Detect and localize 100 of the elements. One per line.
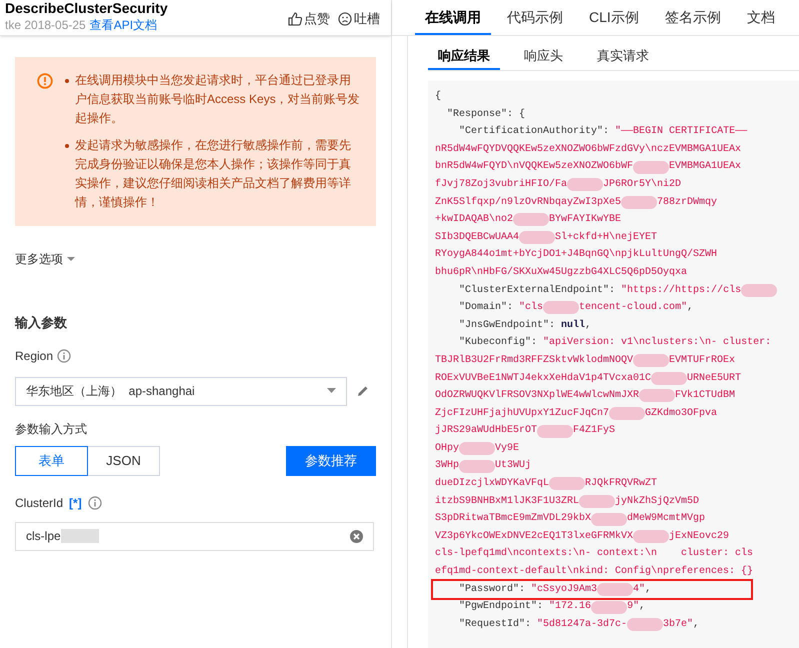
json-string: 9" xyxy=(627,600,640,614)
redaction-mark xyxy=(537,424,574,438)
json-string: +kwIDAQAB\no2 xyxy=(435,212,514,228)
json-string: VZ3p6YkcOWExDNVE2cEQ1T3lxeGFRMkVX xyxy=(435,530,634,544)
redaction-mark xyxy=(651,372,688,385)
json-string: jExNEovc29 xyxy=(669,530,730,544)
code-punctuation: , xyxy=(645,582,652,597)
required-mark: [*] xyxy=(69,494,82,512)
code-punctuation: : xyxy=(549,318,556,333)
json-string: EVMTUFrROEx xyxy=(669,354,736,368)
json-string: "cSsyoJ9Am3 xyxy=(531,582,598,597)
sub-tab[interactable]: 真实请求 xyxy=(587,44,659,70)
info-icon[interactable] xyxy=(57,348,72,362)
code-punctuation: : xyxy=(531,336,538,350)
api-meta: tke 2018-05-25 xyxy=(5,17,86,33)
pencil-icon[interactable] xyxy=(357,385,369,397)
like-button[interactable]: 点赞 xyxy=(288,9,330,28)
more-options-toggle[interactable]: 更多选项 xyxy=(15,250,75,268)
sad-face-icon xyxy=(338,12,352,26)
json-string: "172.16 xyxy=(549,600,592,614)
json-string: cls-lpefq1md\ncontexts:\n- context:\n cluster: cls xyxy=(435,546,754,562)
json-string: ZnK5Slfqxp/n9lzOvRNbqayZwI3pXe5 xyxy=(435,196,622,210)
tab[interactable]: 在线调用 xyxy=(415,1,491,35)
redaction-mark xyxy=(609,406,646,420)
tab[interactable]: 文档 xyxy=(736,1,785,35)
clear-icon[interactable] xyxy=(350,530,363,542)
redaction-mark xyxy=(597,582,634,596)
json-string: TBJRlB3U2FrRmd3RFFZSktvWklodmNOQV xyxy=(435,354,634,368)
field-label: 参数输入方式 xyxy=(15,420,88,438)
notice-text: 在线调用模块中当您发起请求时，平台通过已登录用户信息获取当前账号临时Access Keys，对当前账号发起操作。 xyxy=(75,72,361,127)
json-string: ZjcFIzUHFjajhUVUpxY1ZucFJqCn7 xyxy=(435,406,610,421)
redaction-mark xyxy=(543,301,580,314)
json-string: EVMBMGA1UEAx xyxy=(669,160,742,174)
redaction-mark xyxy=(633,530,670,544)
field-label: ClusterId xyxy=(15,494,64,512)
redaction-mark xyxy=(639,389,676,402)
thumbs-up-icon xyxy=(288,12,302,26)
json-string: Vy9E xyxy=(495,442,520,456)
redaction-mark xyxy=(621,196,658,209)
code-punctuation: , xyxy=(639,600,646,614)
info-icon[interactable] xyxy=(88,496,102,510)
json-string: tencent-cloud.com" xyxy=(579,300,688,316)
json-string: Ut3WUj xyxy=(495,458,532,474)
json-string: dueDIzcjlxWDYKaVFqL xyxy=(435,476,550,492)
tab[interactable]: 代码示例 xyxy=(497,1,573,35)
json-key: "Domain" xyxy=(435,299,508,317)
json-string: "——BEGIN CERTIFICATE—— xyxy=(615,124,748,140)
redaction-mark xyxy=(627,618,664,632)
json-string: BYwFAYIKwYBE xyxy=(549,213,622,228)
bullet-icon xyxy=(65,79,69,83)
json-string: "https://https://cls xyxy=(621,284,742,298)
json-string: OdOZRWUQKVlFRSOV3NXplWE4wWlcwNmJXR xyxy=(435,388,640,404)
json-string: itzbS9BNHBxM1lJK3F1U3ZRL xyxy=(435,494,580,509)
notice-text: 发起请求为敏感操作，在您进行敏感操作前，需要先完成身份验证以确保是您本人操作；该操作等同于真实操作，建议您仔细阅读相关产品文档了解费用等详情，谨慎操作！ xyxy=(75,137,352,211)
redaction-mark xyxy=(459,442,496,456)
mode-toggle[interactable]: JSON xyxy=(87,446,160,476)
code-punctuation: : xyxy=(525,618,532,632)
doc-link[interactable]: 查看API文档 xyxy=(90,17,158,33)
redaction-mark xyxy=(591,600,628,614)
cluster-id-field[interactable]: cls-lpe xyxy=(15,522,374,550)
mode-toggle[interactable]: 表单 xyxy=(15,446,88,476)
code-punctuation: , xyxy=(585,318,592,333)
json-string: jyNkZhSjQzVm5D xyxy=(615,494,700,509)
redaction-mark xyxy=(567,178,604,192)
json-string: SIb3DQEBCwUAA4 xyxy=(435,230,520,245)
sub-tab[interactable]: 响应头 xyxy=(514,44,573,70)
complain-button[interactable]: 吐槽 xyxy=(338,9,380,28)
tab[interactable]: CLI示例 xyxy=(579,1,649,35)
json-key: "ClusterExternalEndpoint" xyxy=(435,282,610,300)
redaction-mark xyxy=(459,460,496,473)
json-string: RYoygA844o1mt+bYcjDO1+J4BqnGQ\npjkLultUngQ/SZWH xyxy=(435,248,718,262)
json-string: URNeE5URT xyxy=(687,372,742,386)
sub-tab[interactable]: 响应结果 xyxy=(428,44,500,70)
json-string: nR5dW4wFQYDVQQKEw5zeXNOZWO6bWFzdGVy\nczEVMBMGA1UEAx xyxy=(435,142,742,157)
json-string: RJQkFRQVRwZT xyxy=(585,476,658,492)
json-string: S3pDRitwaTBmcE9mZmVDL29kbX xyxy=(435,512,592,526)
json-string: 4" xyxy=(633,582,646,597)
redaction-mark xyxy=(519,231,556,244)
code-punctuation: { xyxy=(435,90,442,104)
code-punctuation: : xyxy=(603,125,610,140)
redaction-mark xyxy=(633,160,670,174)
redaction-mark xyxy=(579,494,616,508)
redaction-mark xyxy=(591,512,628,526)
json-key: "Password" xyxy=(435,580,520,598)
field-value: cls-lpe xyxy=(26,528,61,545)
tab[interactable]: 签名示例 xyxy=(654,1,731,35)
json-key: "Kubeconfig" xyxy=(435,334,532,352)
json-string: Sl+ckfd+H\nejEYET xyxy=(555,230,658,245)
json-string: jJRS29aWUdHbE5rOT xyxy=(435,424,538,438)
redaction-mark xyxy=(741,284,778,297)
json-string: OHpy xyxy=(435,442,460,456)
recommend-button[interactable]: 参数推荐 xyxy=(286,446,376,476)
json-string: bhu6pR\nHbFG/SKXuXw45UgzzbG4XLC5Q6pD5Oyqxa xyxy=(435,266,688,280)
json-string: F4Z1FyS xyxy=(573,424,616,438)
json-string: "cls xyxy=(519,300,544,316)
code-punctuation: : xyxy=(609,284,616,298)
json-null: null xyxy=(561,318,586,333)
region-select[interactable]: 华东地区（上海） ap-shanghai xyxy=(15,376,347,406)
code-punctuation: , xyxy=(687,301,694,316)
json-key: "CertificationAuthority" xyxy=(435,123,604,141)
